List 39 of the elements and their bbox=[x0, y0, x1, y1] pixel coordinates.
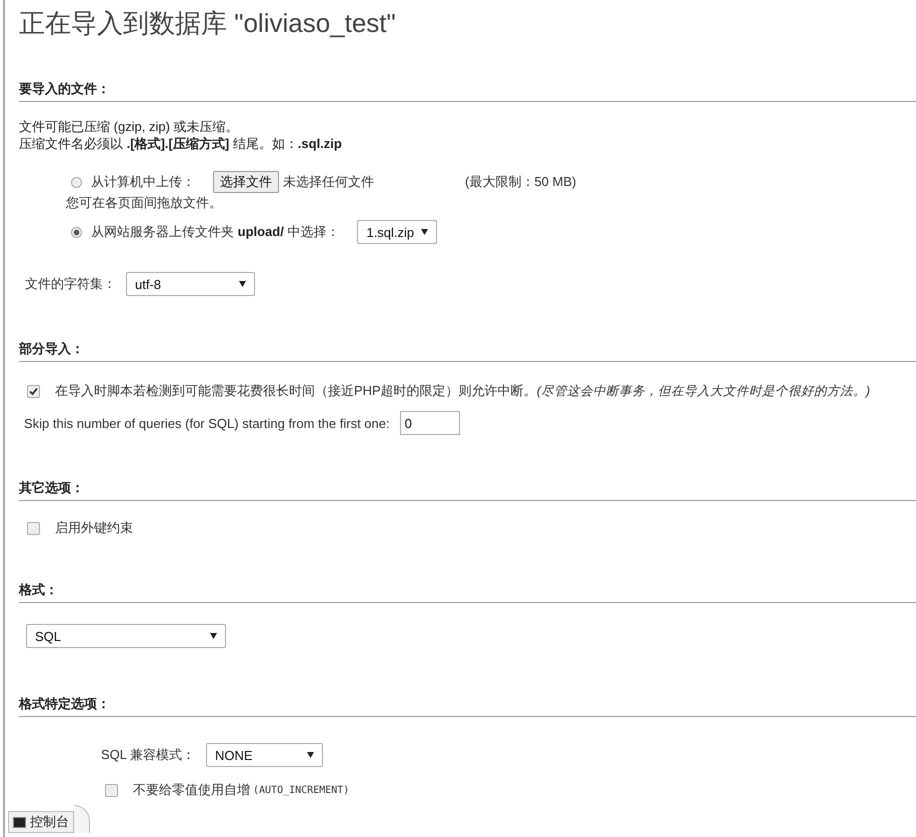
checkbox-label: 在导入时脚本若检测到可能需要花费很长时间（接近PHP超时的限定）则允许中断。 bbox=[55, 382, 537, 400]
number-field[interactable]: 0 bbox=[400, 411, 460, 435]
checkbox[interactable] bbox=[27, 384, 40, 398]
checkbox[interactable] bbox=[27, 522, 40, 534]
checkbox-label: 启用外键约束 bbox=[55, 519, 133, 537]
field-label: Skip this number of queries (for SQL) starting from the first one: bbox=[24, 416, 390, 430]
radio-button[interactable] bbox=[71, 226, 82, 238]
choose-file-button[interactable]: 选择文件 bbox=[213, 171, 279, 193]
section-heading: 要导入的文件： bbox=[19, 80, 916, 102]
section-heading: 格式： bbox=[19, 581, 916, 603]
section-heading: 部分导入： bbox=[19, 340, 916, 362]
code-text: (AUTO_INCREMENT) bbox=[253, 784, 350, 796]
field-label: SQL 兼容模式： bbox=[101, 746, 196, 764]
caret-icon bbox=[421, 229, 428, 235]
console-tab[interactable]: 控制台 bbox=[8, 811, 74, 833]
dropdown[interactable]: SQL bbox=[26, 624, 226, 648]
caret-icon bbox=[239, 281, 246, 287]
radio-button[interactable] bbox=[71, 176, 82, 188]
checkbox[interactable] bbox=[105, 784, 118, 796]
page-title: 正在导入到数据库 "oliviaso_test" bbox=[19, 7, 397, 38]
note-text: 压缩文件名必须以 .[格式].[压缩方式] 结尾。如：.sql.zip bbox=[19, 135, 343, 152]
note-text: (尽管这会中断事务，但在导入大文件时是个很好的方法。) bbox=[536, 382, 870, 400]
field-label: 文件的字符集： bbox=[25, 275, 117, 293]
dropdown[interactable]: utf-8 bbox=[126, 272, 255, 296]
section-heading: 其它选项： bbox=[19, 479, 916, 501]
dropdown[interactable]: NONE bbox=[206, 743, 323, 767]
radio-label: 从网站服务器上传文件夹 upload/ 中选择： bbox=[91, 223, 340, 241]
hint-text: 您可在各页面间拖放文件。 bbox=[66, 194, 223, 212]
checkbox-label: 不要给零值使用自增 bbox=[133, 781, 250, 799]
dropdown[interactable]: 1.sql.zip bbox=[357, 220, 438, 244]
caret-icon bbox=[210, 633, 217, 639]
radio-label: 从计算机中上传： bbox=[91, 173, 195, 191]
file-status: 未选择任何文件 bbox=[283, 173, 375, 191]
rounded-button[interactable] bbox=[74, 805, 90, 833]
console-icon bbox=[13, 816, 26, 828]
section-heading: 格式特定选项： bbox=[19, 695, 916, 717]
size-limit: (最大限制：50 MB) bbox=[465, 173, 576, 191]
caret-icon bbox=[307, 752, 314, 758]
note-text: 文件可能已压缩 (gzip, zip) 或未压缩。 bbox=[19, 118, 240, 135]
